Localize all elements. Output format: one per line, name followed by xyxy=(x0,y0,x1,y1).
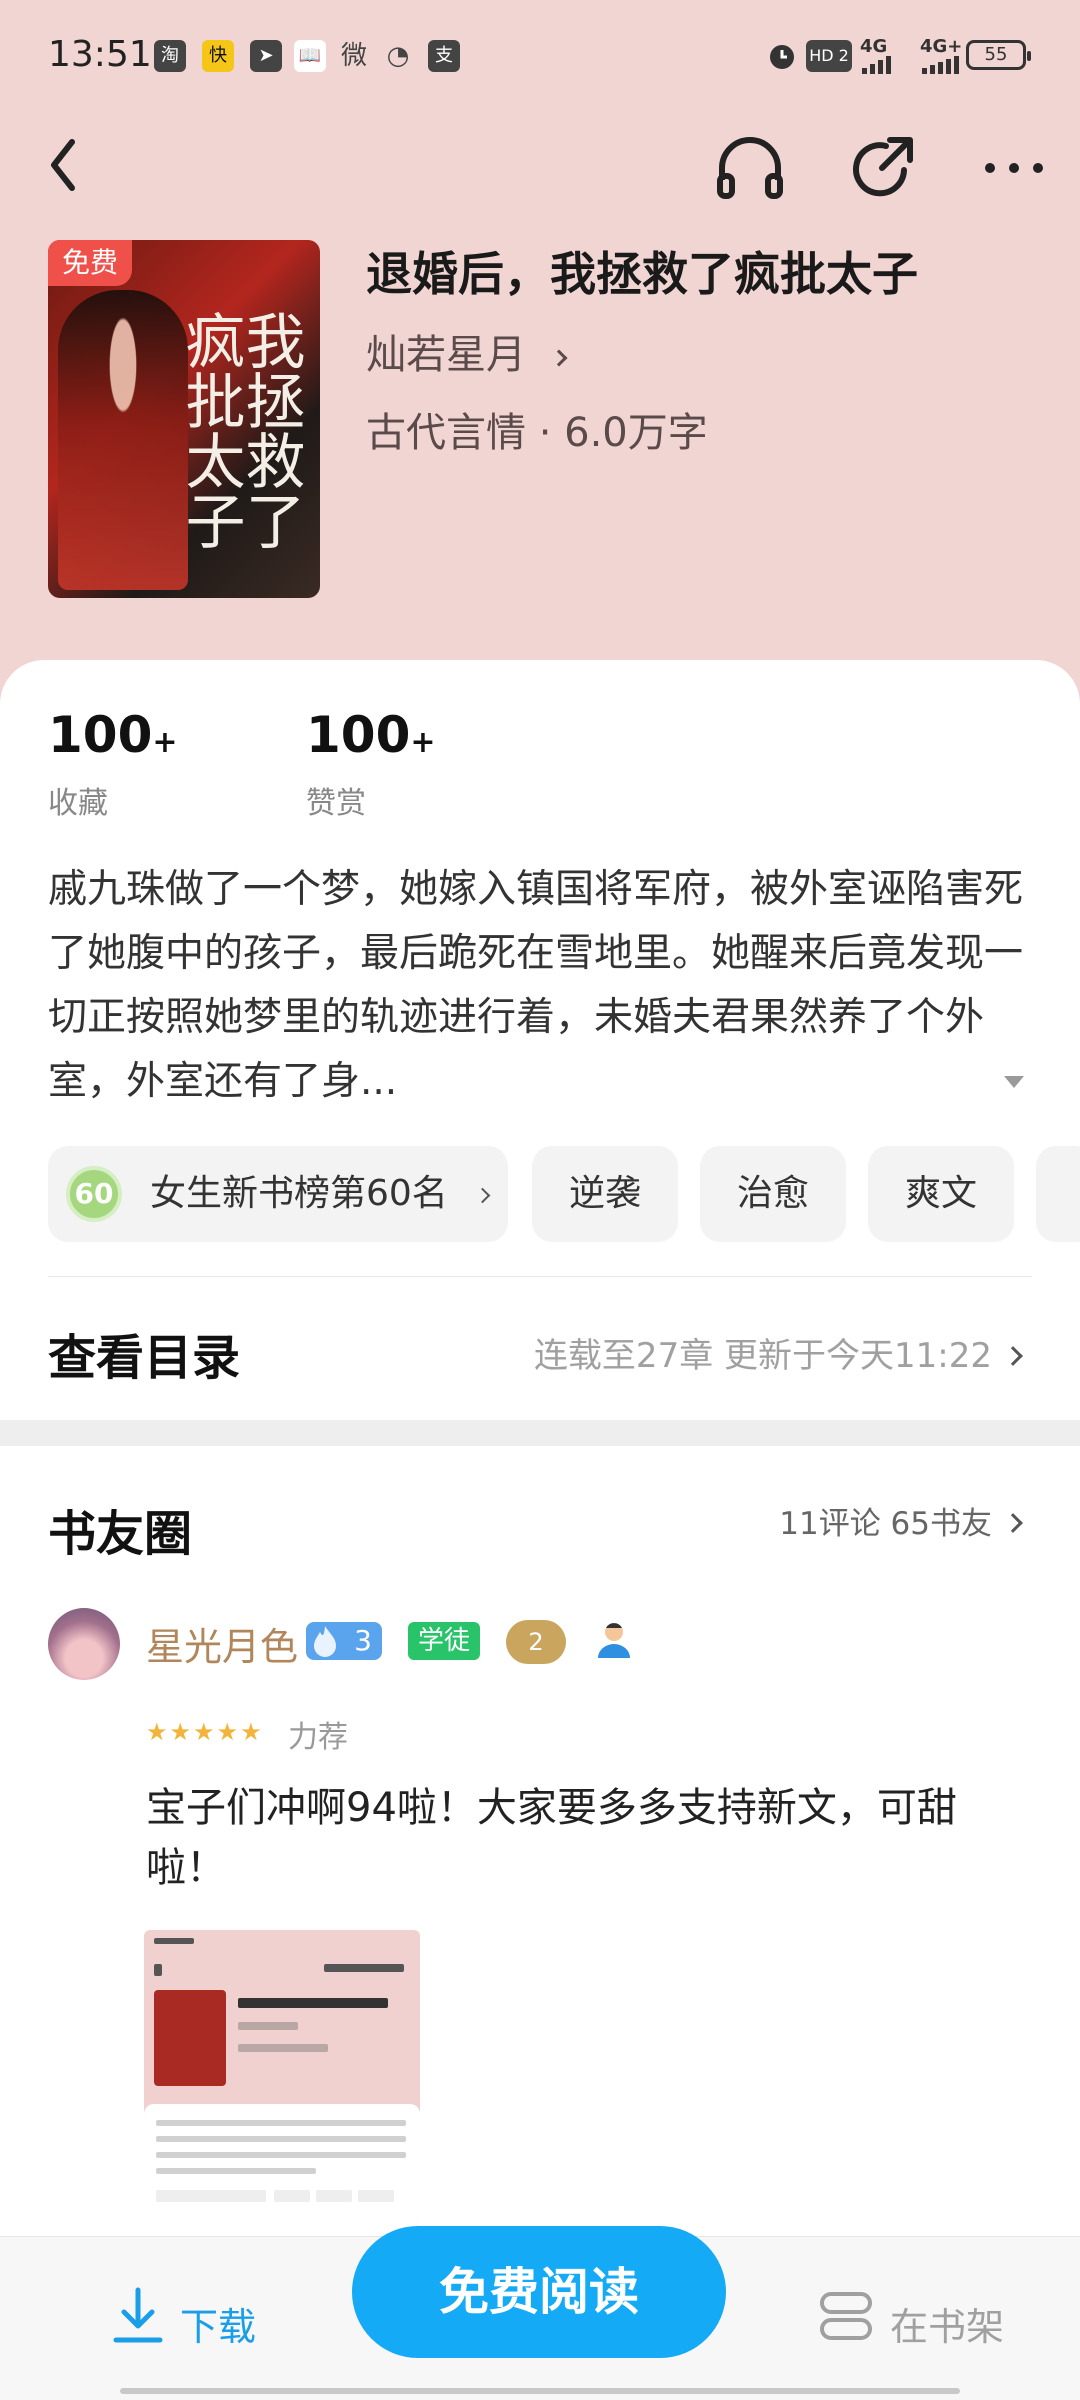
book-title: 退婚后，我拯救了疯批太子 xyxy=(366,247,918,301)
rewards-value: 100 xyxy=(306,706,411,764)
fire-level-badge: 3 xyxy=(306,1622,382,1660)
favorites-suffix: + xyxy=(152,725,178,760)
download-icon[interactable] xyxy=(110,2284,166,2348)
rating-stars: ★★★★★ xyxy=(146,1718,264,1746)
book-meta: 古代言情 · 6.0万字 xyxy=(366,410,708,456)
favorites-label: 收藏 xyxy=(48,786,108,821)
send-icon: ➤ xyxy=(250,40,282,72)
synopsis-text[interactable]: 戚九珠做了一个梦，她嫁入镇国将军府，被外室诬陷害死了她腹中的孩子，最后跪死在雪地… xyxy=(48,858,1028,1114)
toc-meta-link[interactable]: 连载至27章 更新于今天11:22 xyxy=(533,1328,1023,1377)
rank-badge: 60 xyxy=(66,1166,122,1222)
free-read-button[interactable]: 免费阅读 xyxy=(352,2226,726,2358)
download-button[interactable]: 下载 xyxy=(180,2296,256,2351)
favorites-count: 100+ xyxy=(48,706,178,764)
section-gap xyxy=(0,1420,1080,1446)
signal-bars-1-icon xyxy=(862,56,891,74)
recommend-label: 力荐 xyxy=(288,1720,348,1755)
tag-shuangwen[interactable]: 爽文 xyxy=(868,1146,1014,1242)
chevron-right-icon xyxy=(474,1187,491,1204)
cover-illustration xyxy=(58,290,188,590)
bookshelf-icon xyxy=(820,2292,872,2340)
circle-title: 书友圈 xyxy=(48,1506,193,1562)
kuaishou-icon: 快 xyxy=(202,40,234,72)
on-shelf-label: 在书架 xyxy=(890,2305,1005,2349)
comment-image[interactable] xyxy=(144,1930,420,2220)
rank-label: 女生新书榜第60名 xyxy=(150,1173,448,1214)
tag-overflow[interactable] xyxy=(1036,1146,1080,1242)
signal-bars-2-icon xyxy=(922,56,959,74)
avatar[interactable] xyxy=(48,1608,120,1680)
back-icon[interactable] xyxy=(40,130,90,200)
rewards-count: 100+ xyxy=(306,706,436,764)
person-icon xyxy=(598,1623,630,1658)
alipay-icon: 支 xyxy=(428,40,460,72)
alarm-icon xyxy=(770,45,794,69)
tag-zhiyu[interactable]: 治愈 xyxy=(700,1146,846,1242)
commenter-name[interactable]: 星光月色 xyxy=(146,1616,298,1671)
level-badge: 2 xyxy=(506,1620,566,1664)
rewards-label: 赞赏 xyxy=(306,786,366,821)
taobao-icon: 淘 xyxy=(154,40,186,72)
tag-nixi[interactable]: 逆袭 xyxy=(532,1146,678,1242)
learner-badge: 学徒 xyxy=(408,1622,480,1660)
free-badge: 免费 xyxy=(48,240,132,286)
circle-meta-link[interactable]: 11评论 65书友 xyxy=(779,1498,1023,1543)
cover-title-art: 我拯救了疯批太子 xyxy=(175,310,305,550)
book-cover[interactable]: 我拯救了疯批太子 免费 xyxy=(48,240,320,598)
message-icon: ◔ xyxy=(386,41,410,71)
tag-row: 60 女生新书榜第60名 逆袭 治愈 爽文 xyxy=(48,1146,1080,1242)
battery-indicator: 55 xyxy=(966,40,1031,70)
reader-icon: 📖 xyxy=(294,40,326,72)
chevron-right-icon xyxy=(550,349,568,367)
comment-text[interactable]: 宝子们冲啊94啦！大家要多多支持新文，可甜啦！ xyxy=(146,1778,1026,1898)
hd-indicator: HD 2 xyxy=(806,40,852,72)
author-link[interactable]: 灿若星月 xyxy=(366,322,568,380)
toc-title[interactable]: 查看目录 xyxy=(48,1318,240,1388)
status-bar: 13:51 淘 快 ➤ 📖 微 ◔ 支 HD 2 4G 4G+ 55 xyxy=(0,0,1080,110)
chevron-right-icon xyxy=(1003,1513,1023,1533)
more-icon[interactable] xyxy=(974,128,1054,208)
divider xyxy=(48,1276,1032,1277)
status-time: 13:51 xyxy=(48,34,152,75)
rank-tag[interactable]: 60 女生新书榜第60名 xyxy=(48,1146,508,1242)
flame-icon xyxy=(314,1626,336,1657)
circle-meta: 11评论 65书友 xyxy=(779,1506,992,1542)
home-indicator xyxy=(120,2388,960,2394)
weibo-icon: 微 xyxy=(340,41,367,71)
headphones-icon[interactable] xyxy=(710,128,790,208)
expand-icon[interactable] xyxy=(1004,1076,1024,1088)
favorites-value: 100 xyxy=(48,706,153,764)
rewards-suffix: + xyxy=(410,725,436,760)
fire-level: 3 xyxy=(354,1624,372,1657)
share-icon[interactable] xyxy=(842,128,922,208)
chevron-right-icon xyxy=(1003,1346,1023,1366)
author-name: 灿若星月 xyxy=(366,332,526,378)
toc-meta: 连载至27章 更新于今天11:22 xyxy=(533,1336,992,1376)
